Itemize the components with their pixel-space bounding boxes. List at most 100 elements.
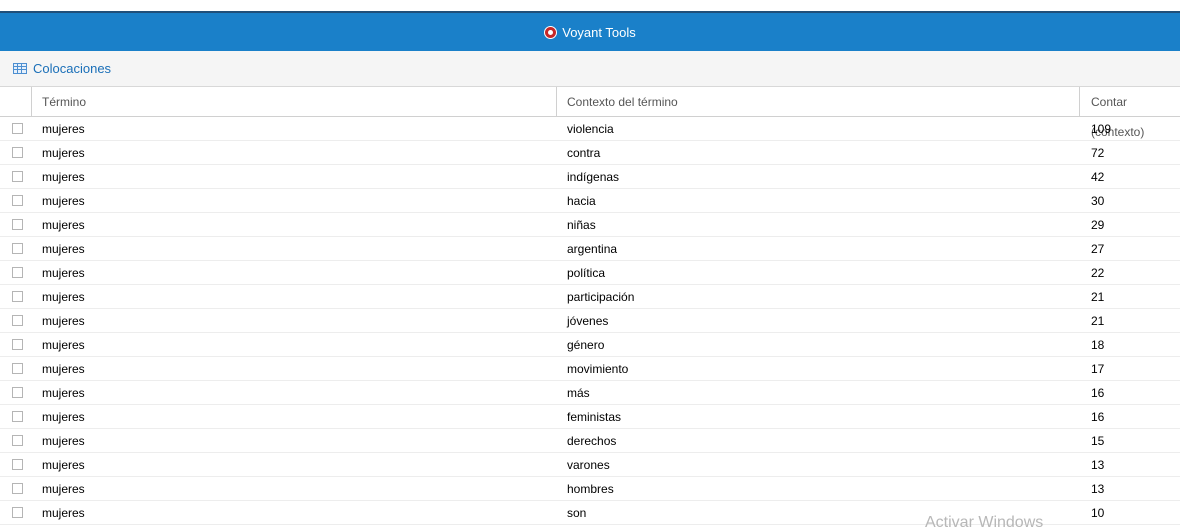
row-select-checkbox[interactable] (12, 387, 23, 398)
column-header-row: Término Contexto del término Contar (con… (0, 87, 1180, 139)
context-cell: política (567, 266, 606, 280)
context-cell: derechos (567, 434, 617, 448)
context-cell: jóvenes (567, 314, 609, 328)
count-cell: 30 (1091, 194, 1105, 208)
panel-header: Colocaciones (0, 51, 1180, 87)
row-select-checkbox[interactable] (12, 267, 23, 278)
windows-activation-watermark: Activar Windows (925, 514, 1044, 531)
row-select-checkbox[interactable] (12, 123, 23, 134)
column-separator[interactable] (31, 87, 32, 116)
table-row[interactable]: mujeres hombres 13 (0, 477, 1180, 501)
row-select-checkbox[interactable] (12, 315, 23, 326)
term-cell: mujeres (42, 482, 85, 496)
table-row[interactable]: mujeres indígenas 42 (0, 165, 1180, 189)
term-cell: mujeres (42, 194, 85, 208)
table-grid-icon (13, 63, 27, 74)
context-cell: género (567, 338, 605, 352)
row-select-checkbox[interactable] (12, 435, 23, 446)
column-header-context[interactable]: Contexto del término (567, 87, 678, 116)
count-cell: 13 (1091, 482, 1105, 496)
row-select-checkbox[interactable] (12, 483, 23, 494)
term-cell: mujeres (42, 362, 85, 376)
context-cell: niñas (567, 218, 596, 232)
row-select-checkbox[interactable] (12, 195, 23, 206)
row-select-checkbox[interactable] (12, 147, 23, 158)
context-cell: argentina (567, 242, 618, 256)
term-cell: mujeres (42, 410, 85, 424)
table-row[interactable]: mujeres política 22 (0, 261, 1180, 285)
context-cell: varones (567, 458, 610, 472)
app-title: Voyant Tools (562, 24, 636, 40)
context-cell: participación (567, 290, 635, 304)
term-cell: mujeres (42, 386, 85, 400)
count-cell: 42 (1091, 170, 1105, 184)
term-cell: mujeres (42, 290, 85, 304)
table-row[interactable]: mujeres hacia 30 (0, 189, 1180, 213)
term-cell: mujeres (42, 314, 85, 328)
column-separator[interactable] (1079, 87, 1080, 116)
context-cell: hombres (567, 482, 614, 496)
term-cell: mujeres (42, 170, 85, 184)
count-cell: 21 (1091, 314, 1105, 328)
count-cell: 16 (1091, 386, 1105, 400)
panel-title[interactable]: Colocaciones (33, 61, 111, 76)
count-cell: 29 (1091, 218, 1105, 232)
count-cell: 18 (1091, 338, 1105, 352)
context-cell: indígenas (567, 170, 620, 184)
table-row[interactable]: mujeres derechos 15 (0, 429, 1180, 453)
term-cell: mujeres (42, 218, 85, 232)
row-select-checkbox[interactable] (12, 363, 23, 374)
context-cell: violencia (567, 122, 614, 136)
column-header-count[interactable]: Contar (contexto) (1091, 87, 1180, 139)
term-cell: mujeres (42, 338, 85, 352)
table-row[interactable]: mujeres jóvenes 21 (0, 309, 1180, 333)
count-cell: 22 (1091, 266, 1105, 280)
count-cell: 27 (1091, 242, 1105, 256)
table-row[interactable]: mujeres niñas 29 (0, 213, 1180, 237)
row-select-checkbox[interactable] (12, 459, 23, 470)
context-cell: feministas (567, 410, 622, 424)
context-cell: más (567, 386, 590, 400)
term-cell: mujeres (42, 146, 85, 160)
count-cell: 16 (1091, 410, 1105, 424)
count-cell: 21 (1091, 290, 1105, 304)
table-row[interactable]: mujeres varones 13 (0, 453, 1180, 477)
row-select-checkbox[interactable] (12, 219, 23, 230)
collocates-table-body: mujeres violencia 109 mujeres contra 72 mujere… (0, 117, 1180, 525)
table-row[interactable]: mujeres contra 72 (0, 141, 1180, 165)
voyant-logo-icon (544, 25, 558, 39)
context-cell: son (567, 506, 587, 520)
top-strip (0, 0, 1180, 11)
table-row[interactable]: mujeres violencia 109 (0, 117, 1180, 141)
term-cell: mujeres (42, 122, 85, 136)
row-select-checkbox[interactable] (12, 339, 23, 350)
count-cell: 109 (1091, 122, 1112, 136)
column-separator[interactable] (556, 87, 557, 116)
table-row[interactable]: mujeres feministas 16 (0, 405, 1180, 429)
column-header-term[interactable]: Término (42, 87, 86, 116)
term-cell: mujeres (42, 506, 85, 520)
row-select-checkbox[interactable] (12, 171, 23, 182)
table-row[interactable]: mujeres participación 21 (0, 285, 1180, 309)
app-title-bar: Voyant Tools (0, 11, 1180, 51)
context-cell: movimiento (567, 362, 629, 376)
count-cell: 17 (1091, 362, 1105, 376)
row-select-checkbox[interactable] (12, 507, 23, 518)
term-cell: mujeres (42, 242, 85, 256)
row-select-checkbox[interactable] (12, 291, 23, 302)
table-row[interactable]: mujeres argentina 27 (0, 237, 1180, 261)
count-cell: 15 (1091, 434, 1105, 448)
count-cell: 13 (1091, 458, 1105, 472)
count-cell: 10 (1091, 506, 1105, 520)
term-cell: mujeres (42, 434, 85, 448)
row-select-checkbox[interactable] (12, 411, 23, 422)
context-cell: contra (567, 146, 601, 160)
table-row[interactable]: mujeres género 18 (0, 333, 1180, 357)
row-select-checkbox[interactable] (12, 243, 23, 254)
context-cell: hacia (567, 194, 596, 208)
count-cell: 72 (1091, 146, 1105, 160)
term-cell: mujeres (42, 458, 85, 472)
table-row[interactable]: mujeres movimiento 17 (0, 357, 1180, 381)
term-cell: mujeres (42, 266, 85, 280)
table-row[interactable]: mujeres más 16 (0, 381, 1180, 405)
